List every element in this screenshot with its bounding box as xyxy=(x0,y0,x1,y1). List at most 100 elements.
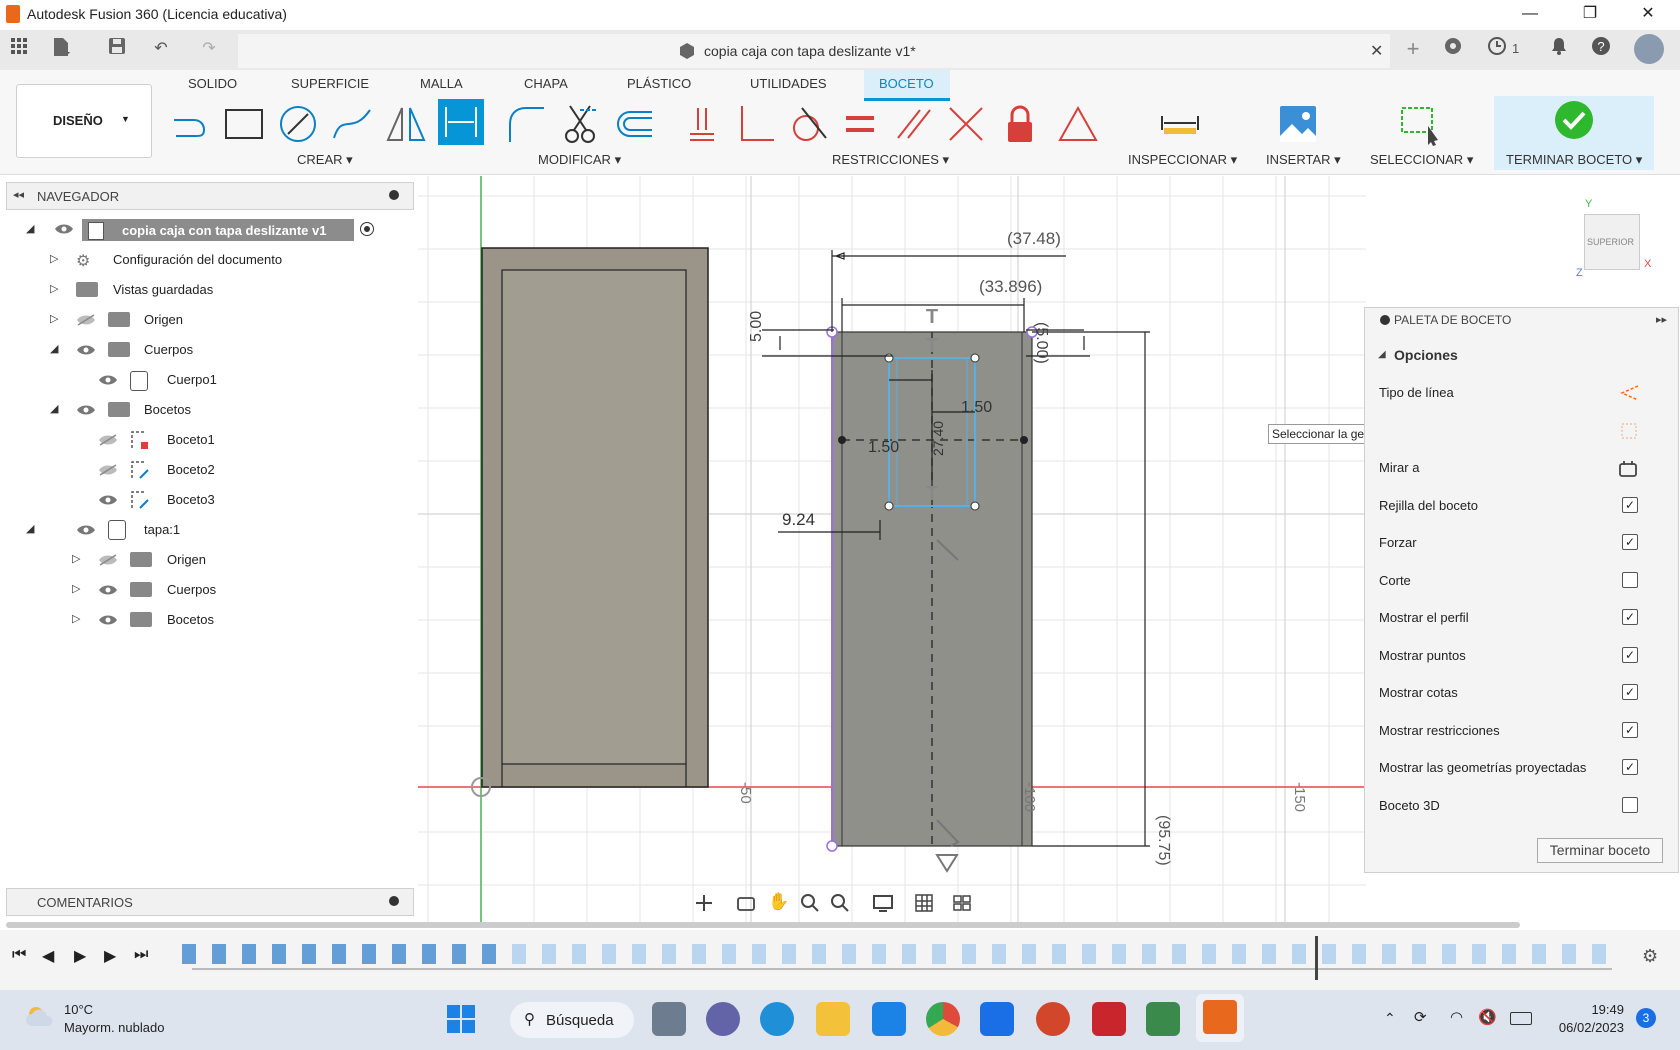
extensions-icon[interactable] xyxy=(1440,36,1466,62)
job-status-icon[interactable] xyxy=(1484,36,1510,62)
tab-malla[interactable]: MALLA xyxy=(420,76,463,91)
slice-checkbox[interactable] xyxy=(1622,572,1638,588)
tree-item-sketch2[interactable]: Boceto2 xyxy=(167,462,215,477)
expand-triangle-icon[interactable]: ▷ xyxy=(72,552,80,565)
minus-circle-icon[interactable] xyxy=(1380,315,1390,325)
play-icon[interactable]: ▶ xyxy=(74,946,86,966)
fusion-taskbar-button[interactable] xyxy=(1196,994,1244,1042)
browser-header[interactable]: ◂◂ NAVEGADOR xyxy=(6,182,414,210)
group-inspeccionar[interactable]: INSPECCIONAR ▾ xyxy=(1128,152,1237,168)
group-seleccionar[interactable]: SELECCIONAR ▾ xyxy=(1370,152,1473,168)
timeline-features-suppressed[interactable] xyxy=(512,944,1612,964)
expand-triangle-icon[interactable]: ▷ xyxy=(72,582,80,595)
app-icon[interactable] xyxy=(1146,1002,1180,1036)
group-restricciones[interactable]: RESTRICCIONES ▾ xyxy=(832,152,949,168)
dimension-label[interactable]: 1.50 xyxy=(961,399,992,417)
workspace-switcher[interactable]: DISEÑO ▼ xyxy=(16,84,152,158)
minimize-button[interactable]: — xyxy=(1510,2,1550,26)
expand-triangle-icon[interactable]: ▷ xyxy=(50,252,58,265)
dimension-label[interactable]: 9.24 xyxy=(782,510,815,530)
tab-chapa[interactable]: CHAPA xyxy=(524,76,568,91)
tree-item-sketches[interactable]: Bocetos xyxy=(144,402,191,417)
tree-item-body1[interactable]: Cuerpo1 xyxy=(167,372,217,387)
orbit-icon[interactable] xyxy=(694,893,714,913)
collapse-panel-icon[interactable]: ◂◂ xyxy=(13,188,24,201)
collapse-triangle-icon[interactable]: ◢ xyxy=(26,522,34,535)
help-icon[interactable]: ? xyxy=(1588,36,1614,62)
go-to-end-icon[interactable]: ⏭ xyxy=(134,946,148,964)
step-back-icon[interactable]: ◀ xyxy=(42,946,54,966)
plus-circle-icon[interactable] xyxy=(389,896,399,906)
document-tab[interactable]: copia caja con tapa deslizante v1* ✕ xyxy=(238,34,1390,68)
tree-item-origin[interactable]: Origen xyxy=(144,312,183,327)
dropbox-icon[interactable] xyxy=(980,1002,1014,1036)
activate-radio-icon[interactable] xyxy=(360,222,374,236)
eye-hidden-icon[interactable] xyxy=(98,434,118,446)
tangent-constraint-icon[interactable] xyxy=(786,102,830,146)
tab-superficie[interactable]: SUPERFICIE xyxy=(291,76,369,91)
show-projected-geometry-checkbox[interactable]: ✓ xyxy=(1622,759,1638,775)
expand-panel-icon[interactable]: ▸▸ xyxy=(1656,313,1667,326)
zoom-icon[interactable] xyxy=(800,893,820,913)
tree-item-tapa-sketches[interactable]: Bocetos xyxy=(167,612,214,627)
dimension-label[interactable]: 27.40 xyxy=(930,421,946,456)
eye-icon[interactable] xyxy=(76,344,96,356)
line-tool-icon[interactable] xyxy=(168,102,212,146)
eye-icon[interactable] xyxy=(98,494,118,506)
tree-item-saved-views[interactable]: Vistas guardadas xyxy=(113,282,213,297)
show-points-checkbox[interactable]: ✓ xyxy=(1622,647,1638,663)
display-settings-icon[interactable] xyxy=(872,893,894,913)
restore-button[interactable]: ❐ xyxy=(1570,2,1610,26)
save-icon[interactable] xyxy=(104,36,130,62)
viewports-icon[interactable] xyxy=(952,893,972,913)
construction-line-icon[interactable] xyxy=(1618,384,1640,402)
parallel-constraint-icon[interactable] xyxy=(892,102,936,146)
show-constraints-checkbox[interactable]: ✓ xyxy=(1622,722,1638,738)
finish-sketch-button[interactable]: TERMINAR BOCETO ▾ xyxy=(1494,96,1654,170)
zoom-window-icon[interactable] xyxy=(830,893,850,913)
windows-start-icon[interactable] xyxy=(444,1002,478,1036)
eye-icon[interactable] xyxy=(76,524,96,536)
minus-circle-icon[interactable] xyxy=(389,190,399,200)
eye-hidden-icon[interactable] xyxy=(76,314,96,326)
look-at-icon[interactable] xyxy=(1618,459,1638,479)
insert-image-icon[interactable] xyxy=(1276,102,1320,146)
group-modificar[interactable]: MODIFICAR ▾ xyxy=(538,152,621,168)
view-cube[interactable]: SUPERIOR xyxy=(1584,214,1640,270)
group-crear[interactable]: CREAR ▾ xyxy=(297,152,353,168)
tree-item-bodies[interactable]: Cuerpos xyxy=(144,342,193,357)
search-box[interactable]: ⚲ Búsqueda xyxy=(510,1002,634,1038)
group-insertar[interactable]: INSERTAR ▾ xyxy=(1266,152,1341,168)
expand-triangle-icon[interactable]: ▷ xyxy=(50,282,58,295)
expand-triangle-icon[interactable]: ▷ xyxy=(72,612,80,625)
sketch-dimension-button[interactable] xyxy=(438,99,484,145)
tab-utilidades[interactable]: UTILIDADES xyxy=(750,76,827,91)
eye-icon[interactable] xyxy=(98,614,118,626)
clock-date[interactable]: 06/02/2023 xyxy=(1544,1020,1624,1035)
collinear-constraint-icon[interactable] xyxy=(944,102,988,146)
go-to-start-icon[interactable]: ⏮ xyxy=(12,946,26,964)
timeline-scrollbar[interactable] xyxy=(6,922,1520,928)
sync-icon[interactable]: ⟳ xyxy=(1414,1008,1427,1026)
select-window-icon[interactable] xyxy=(1398,102,1442,146)
tree-item-tapa[interactable]: tapa:1 xyxy=(144,522,180,537)
edge-browser-icon[interactable] xyxy=(760,1002,794,1036)
mail-icon[interactable] xyxy=(872,1002,906,1036)
clock-time[interactable]: 19:49 xyxy=(1562,1002,1624,1017)
file-explorer-icon[interactable] xyxy=(816,1002,850,1036)
timeline-features-active[interactable] xyxy=(182,944,502,964)
expand-triangle-icon[interactable]: ◢ xyxy=(26,222,34,235)
mirror-tool-icon[interactable] xyxy=(384,102,428,146)
undo-icon[interactable]: ↶ xyxy=(148,36,174,62)
trim-tool-icon[interactable] xyxy=(558,102,602,146)
tree-item-tapa-origin[interactable]: Origen xyxy=(167,552,206,567)
rectangle-tool-icon[interactable] xyxy=(222,102,266,146)
gear-icon[interactable]: ⚙ xyxy=(1642,946,1658,967)
equal-constraint-icon[interactable] xyxy=(838,102,882,146)
dimension-label[interactable]: (33.896) xyxy=(979,277,1042,297)
dimension-label[interactable]: (5.00) xyxy=(1032,322,1050,364)
comments-panel[interactable]: COMENTARIOS xyxy=(6,888,414,916)
collapse-section-icon[interactable]: ◢ xyxy=(1378,349,1386,360)
timeline-marker[interactable] xyxy=(1315,936,1318,980)
expand-triangle-icon[interactable]: ▷ xyxy=(50,312,58,325)
